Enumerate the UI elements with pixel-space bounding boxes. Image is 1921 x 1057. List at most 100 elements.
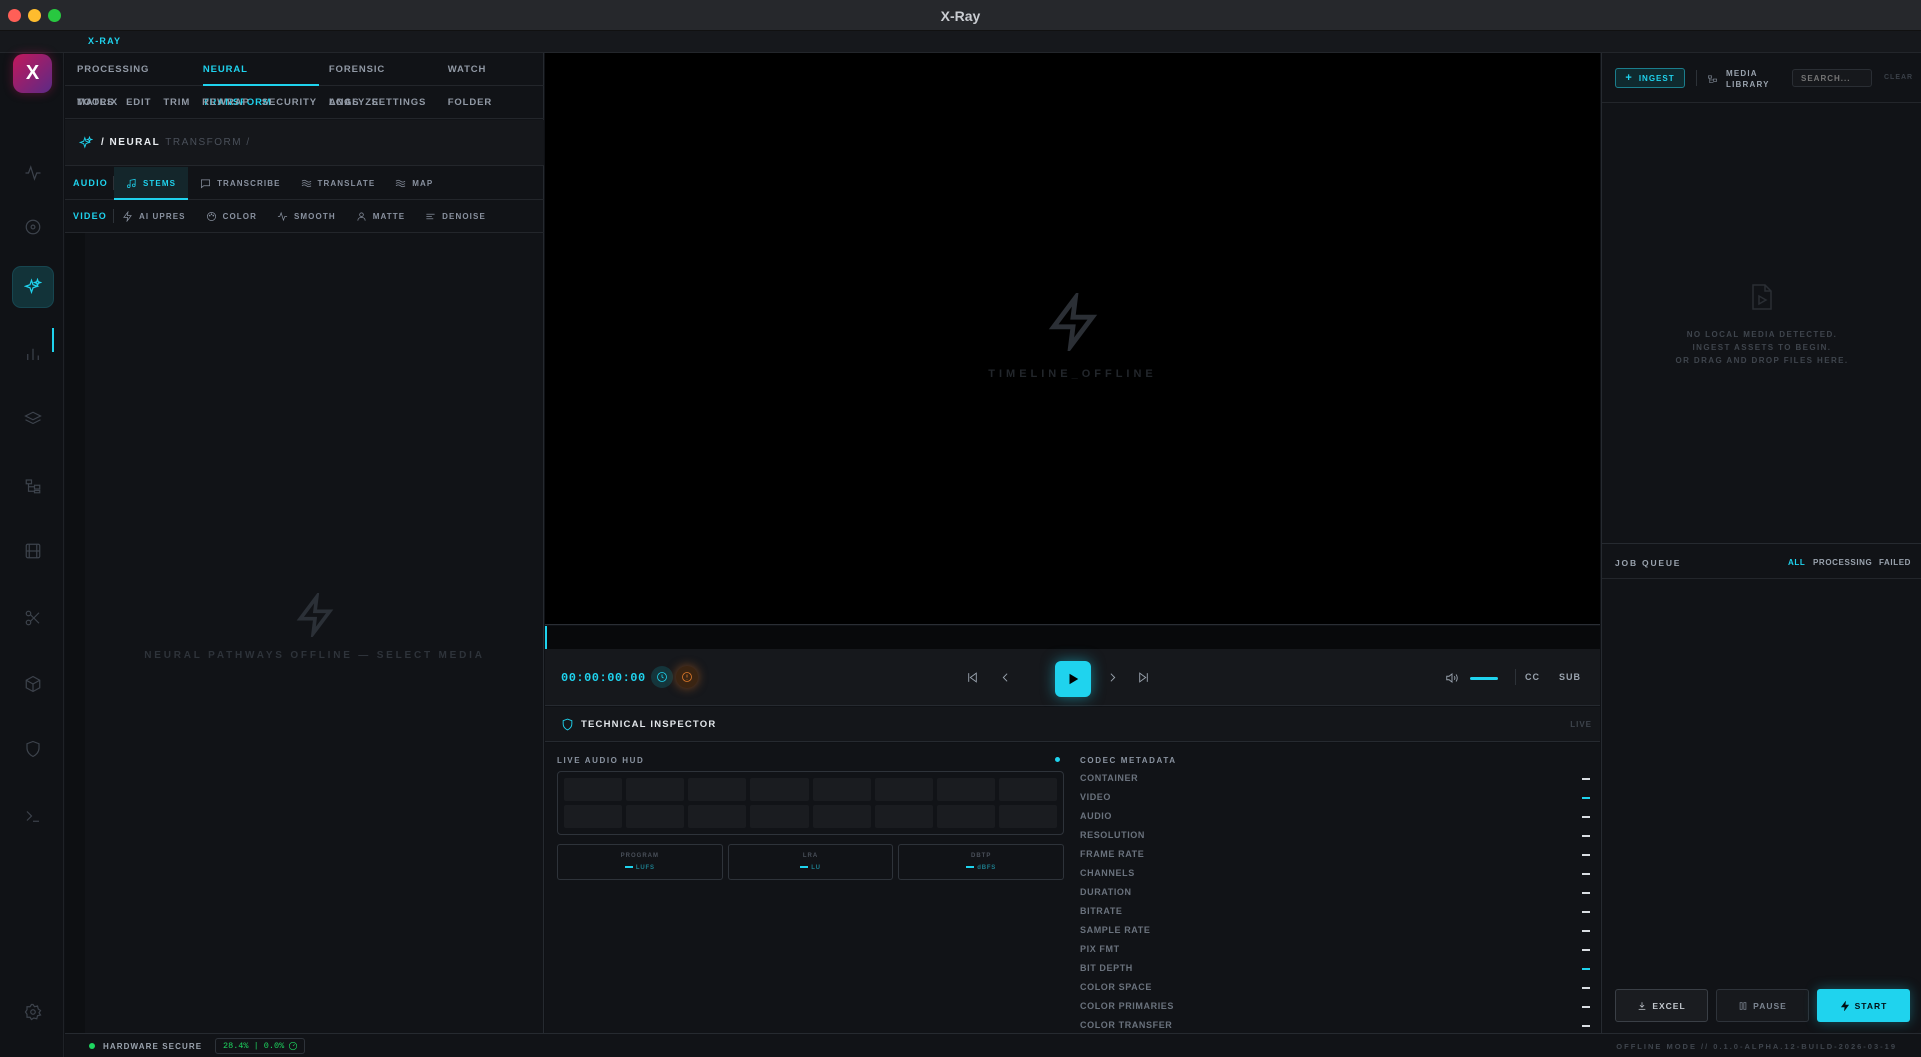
tab-trim[interactable]: TRIM (163, 86, 190, 119)
tool-label: COLOR (222, 211, 257, 221)
tool-ai-upres[interactable]: AI UPRES (122, 200, 186, 233)
clock-icon[interactable] (651, 666, 673, 688)
codec-key: CHANNELS (1080, 868, 1135, 878)
tool-smooth[interactable]: SMOOTH (277, 200, 336, 233)
video-viewer[interactable]: TIMELINE_OFFLINE (545, 53, 1600, 625)
scroll-gutter (65, 233, 85, 1033)
zap-icon (1840, 1000, 1849, 1011)
cc-button[interactable]: CC (1525, 672, 1540, 682)
tab-edit[interactable]: EDIT (126, 86, 151, 119)
volume-slider[interactable] (1470, 677, 1498, 680)
filter-all[interactable]: ALL (1788, 558, 1805, 567)
codec-row: BITRATE (1080, 902, 1590, 921)
next-frame-button[interactable] (1102, 667, 1122, 687)
hud-cell (812, 778, 871, 801)
tool-label: SMOOTH (293, 211, 336, 221)
bar-chart-icon[interactable] (12, 333, 54, 375)
clear-button[interactable]: CLEAR (1884, 74, 1913, 81)
film-icon[interactable] (12, 530, 54, 572)
folder-tree-icon[interactable] (12, 465, 54, 507)
meter-program: PROGRAM LUFS (557, 844, 723, 880)
filter-failed[interactable]: FAILED (1879, 558, 1911, 567)
timeline-offline-label: TIMELINE_OFFLINE (988, 368, 1157, 380)
tool-translate[interactable]: TRANSLATE (301, 167, 376, 200)
job-queue-header: JOB QUEUE ALL PROCESSING FAILED (1602, 543, 1921, 579)
tab-rewrap[interactable]: REWRAP (202, 86, 250, 119)
title-bar: X-Ray (0, 0, 1921, 31)
user-icon (357, 211, 366, 221)
activity-icon (277, 211, 288, 221)
gear-icon[interactable] (12, 991, 54, 1033)
pause-button[interactable]: PAUSE (1716, 989, 1809, 1022)
codec-value (1582, 930, 1590, 932)
app-logo[interactable]: X (13, 54, 52, 93)
library-empty-state: NO LOCAL MEDIA DETECTED. INGEST ASSETS T… (1602, 283, 1921, 367)
sub-button[interactable]: SUB (1559, 672, 1581, 682)
codec-row: BIT DEPTH (1080, 959, 1590, 978)
timeline-scrubber[interactable] (545, 626, 1600, 649)
secondary-nav: TOOLS EDIT TRIM REWRAP SECURITY LOGS SET… (65, 86, 544, 119)
codec-row: FRAME RATE (1080, 845, 1590, 864)
tool-color[interactable]: COLOR (206, 200, 257, 233)
codec-value (1582, 816, 1590, 818)
tool-map[interactable]: MAP (395, 167, 433, 200)
audio-group-label: AUDIO (73, 178, 108, 188)
tab-forensic-analyze[interactable]: FORENSIC ANALYZE (329, 53, 436, 108)
tab-logs[interactable]: LOGS (329, 86, 360, 119)
codec-value (1582, 778, 1590, 780)
codec-key: VIDEO (1080, 792, 1112, 802)
audio-hud-grid (557, 771, 1064, 835)
shield-icon (562, 718, 573, 731)
codec-value (1582, 949, 1590, 951)
tool-transcribe[interactable]: TRANSCRIBE (200, 167, 280, 200)
app-window: X-Ray X-RAY X PROCESSING MATRIX NEURAL T… (0, 0, 1921, 1057)
sparkles-icon[interactable] (12, 266, 54, 308)
media-library-title-line: MEDIA (1726, 69, 1758, 78)
terminal-icon[interactable] (12, 795, 54, 837)
app-tab[interactable]: X-RAY (88, 36, 121, 46)
tool-denoise[interactable]: DENOISE (425, 200, 486, 233)
loudness-meters: PROGRAM LUFS LRA LU DBTP dBFS (557, 844, 1065, 880)
skip-to-end-button[interactable] (1133, 667, 1153, 687)
previous-frame-button[interactable] (995, 667, 1015, 687)
filter-processing[interactable]: PROCESSING (1813, 558, 1872, 567)
live-badge: LIVE (1570, 720, 1592, 729)
zap-icon (1048, 289, 1097, 355)
chevron-right-icon (1110, 672, 1115, 682)
viewer-placeholder: TIMELINE_OFFLINE (545, 289, 1600, 380)
box-icon[interactable] (12, 663, 54, 705)
meter-unit: LUFS (558, 865, 722, 871)
library-search-input[interactable] (1792, 69, 1872, 87)
target-icon[interactable] (12, 206, 54, 248)
tab-tools[interactable]: TOOLS (77, 86, 114, 119)
shield-icon[interactable] (12, 728, 54, 770)
excel-button[interactable]: EXCEL (1615, 989, 1708, 1022)
layers-icon[interactable] (12, 398, 54, 440)
tab-processing-matrix[interactable]: PROCESSING MATRIX (77, 53, 191, 108)
start-label: START (1854, 1000, 1888, 1011)
skip-to-start-button[interactable] (962, 667, 982, 687)
codec-key: PIX FMT (1080, 944, 1120, 954)
codec-metadata-title: CODEC METADATA (1080, 756, 1177, 765)
waves-icon (395, 179, 406, 187)
tool-stems[interactable]: STEMS (114, 166, 189, 200)
codec-row: VIDEO (1080, 788, 1590, 807)
tab-security[interactable]: SECURITY (262, 86, 317, 119)
codec-key: SAMPLE RATE (1080, 925, 1151, 935)
tab-neural-transform[interactable]: NEURAL TRANSFORM (202, 53, 319, 108)
volume-icon[interactable] (1445, 671, 1459, 685)
tab-watch-folder[interactable]: WATCH FOLDER (448, 53, 532, 108)
scissors-icon[interactable] (12, 597, 54, 639)
play-button[interactable] (1055, 661, 1091, 697)
activity-icon[interactable] (12, 152, 54, 194)
start-button[interactable]: START (1817, 989, 1910, 1022)
tool-matte[interactable]: MATTE (356, 200, 405, 233)
ingest-button[interactable]: + INGEST (1615, 68, 1685, 88)
codec-value (1582, 911, 1590, 913)
codec-key: FRAME RATE (1080, 849, 1145, 859)
alert-icon[interactable] (676, 666, 698, 688)
neural-empty-state: NEURAL PATHWAYS OFFLINE — SELECT MEDIA (85, 590, 544, 661)
tab-settings[interactable]: SETTINGS (372, 86, 427, 119)
resource-usage[interactable]: 28.4% | 0.0% (215, 1038, 305, 1054)
version-info: OFFLINE MODE // 0.1.0-ALPHA.12-BUILD-202… (1616, 1042, 1897, 1051)
